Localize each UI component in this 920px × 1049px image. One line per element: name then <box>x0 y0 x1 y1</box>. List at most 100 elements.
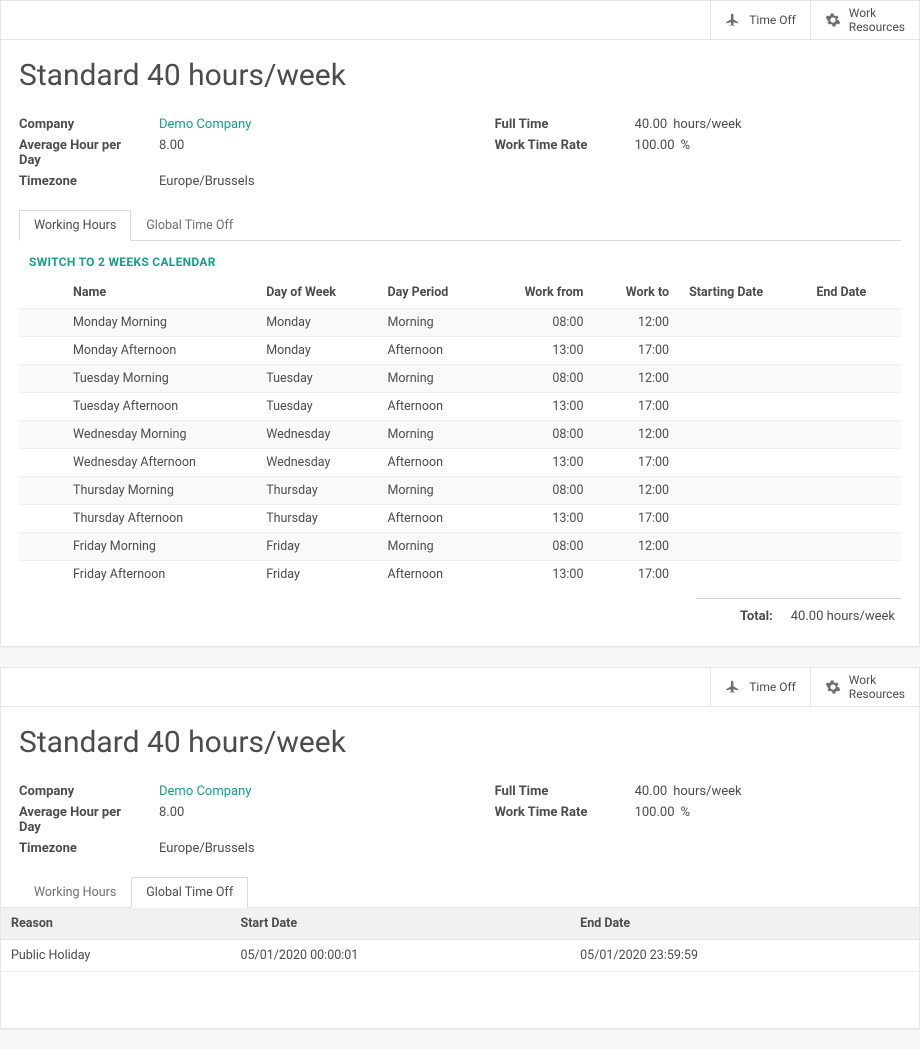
cell-start-date <box>679 533 806 561</box>
tab-global-time-off[interactable]: Global Time Off <box>131 210 248 241</box>
cell-to: 12:00 <box>593 309 679 337</box>
time-off-button[interactable]: Time Off <box>710 668 810 706</box>
avg-hour-value: 8.00 <box>159 805 255 835</box>
page-title: Standard 40 hours/week <box>19 725 901 760</box>
col-reason: Reason <box>1 908 231 940</box>
total-label: Total: <box>740 609 773 624</box>
cell-period: Afternoon <box>377 505 486 533</box>
cell-end-date <box>806 561 901 589</box>
gears-icon <box>825 12 841 28</box>
tab-working-hours[interactable]: Working Hours <box>19 877 131 908</box>
tab-working-hours[interactable]: Working Hours <box>19 210 131 241</box>
cell-period: Morning <box>377 365 486 393</box>
table-row[interactable]: Public Holiday05/01/2020 00:00:0105/01/2… <box>1 940 919 972</box>
tabs: Working Hours Global Time Off <box>19 876 901 907</box>
col-work-to: Work to <box>593 279 679 309</box>
card-topbar: Time Off Work Resources <box>1 668 919 707</box>
cell-end-date <box>806 533 901 561</box>
cell-name: Monday Morning <box>63 309 256 337</box>
cell-day: Monday <box>256 309 377 337</box>
avg-hour-value: 8.00 <box>159 138 255 168</box>
fulltime-value: 40.00hours/week <box>635 784 742 799</box>
col-day-period: Day Period <box>377 279 486 309</box>
company-link[interactable]: Demo Company <box>159 117 255 132</box>
table-row[interactable]: Friday MorningFridayMorning08:0012:00 <box>19 533 901 561</box>
work-time-rate-label: Work Time Rate <box>495 805 615 820</box>
cell-from: 08:00 <box>487 365 594 393</box>
cell-name: Friday Morning <box>63 533 256 561</box>
table-row[interactable]: Monday MorningMondayMorning08:0012:00 <box>19 309 901 337</box>
cell-end-date <box>806 477 901 505</box>
cell-period: Afternoon <box>377 561 486 589</box>
cell-from: 13:00 <box>487 449 594 477</box>
total-value: 40.00 hours/week <box>791 609 895 624</box>
table-row[interactable]: Thursday MorningThursdayMorning08:0012:0… <box>19 477 901 505</box>
cell-from: 08:00 <box>487 477 594 505</box>
timezone-value: Europe/Brussels <box>159 841 255 856</box>
cell-name: Wednesday Afternoon <box>63 449 256 477</box>
col-start-date: Start Date <box>231 908 571 940</box>
cell-from: 08:00 <box>487 533 594 561</box>
table-row[interactable]: Wednesday AfternoonWednesdayAfternoon13:… <box>19 449 901 477</box>
cell-day: Thursday <box>256 477 377 505</box>
schedule-table: Name Day of Week Day Period Work from Wo… <box>19 279 901 588</box>
cell-to: 12:00 <box>593 421 679 449</box>
cell-start-date <box>679 477 806 505</box>
cell-day: Tuesday <box>256 393 377 421</box>
plane-icon <box>725 12 741 28</box>
company-label: Company <box>19 117 139 132</box>
work-resources-button[interactable]: Work Resources <box>810 668 919 706</box>
cell-day: Friday <box>256 533 377 561</box>
timezone-value: Europe/Brussels <box>159 174 255 189</box>
tab-global-time-off[interactable]: Global Time Off <box>131 877 248 908</box>
plane-icon <box>725 679 741 695</box>
company-label: Company <box>19 784 139 799</box>
cell-from: 13:00 <box>487 561 594 589</box>
cell-start-date <box>679 421 806 449</box>
info-grid: Company Demo Company Average Hour per Da… <box>19 117 901 189</box>
switch-calendar-link[interactable]: SWITCH TO 2 WEEKS CALENDAR <box>29 255 901 269</box>
table-row[interactable]: Thursday AfternoonThursdayAfternoon13:00… <box>19 505 901 533</box>
time-off-label: Time Off <box>749 680 796 694</box>
cell-to: 17:00 <box>593 337 679 365</box>
cell-period: Morning <box>377 533 486 561</box>
cell-to: 12:00 <box>593 533 679 561</box>
gears-icon <box>825 679 841 695</box>
time-off-label: Time Off <box>749 13 796 27</box>
table-row[interactable]: Wednesday MorningWednesdayMorning08:0012… <box>19 421 901 449</box>
cell-name: Friday Afternoon <box>63 561 256 589</box>
info-grid: Company Demo Company Average Hour per Da… <box>19 784 901 856</box>
cell-end-date <box>806 449 901 477</box>
cell-from: 13:00 <box>487 505 594 533</box>
cell-end-date <box>806 365 901 393</box>
global-time-off-table: Reason Start Date End Date Public Holida… <box>1 907 919 972</box>
cell-start-date <box>679 393 806 421</box>
col-end-date: End Date <box>806 279 901 309</box>
work-label: Work <box>849 673 905 687</box>
company-link[interactable]: Demo Company <box>159 784 255 799</box>
table-row[interactable]: Tuesday AfternoonTuesdayAfternoon13:0017… <box>19 393 901 421</box>
cell-to: 17:00 <box>593 561 679 589</box>
cell-start-date <box>679 365 806 393</box>
cell-name: Thursday Afternoon <box>63 505 256 533</box>
work-resources-button[interactable]: Work Resources <box>810 1 919 39</box>
total-bar: Total: 40.00 hours/week <box>19 599 901 628</box>
table-row[interactable]: Monday AfternoonMondayAfternoon13:0017:0… <box>19 337 901 365</box>
cell-name: Monday Afternoon <box>63 337 256 365</box>
cell-start-date <box>679 561 806 589</box>
cell-period: Afternoon <box>377 337 486 365</box>
cell-end-date <box>806 337 901 365</box>
avg-hour-label: Average Hour per Day <box>19 805 139 835</box>
cell-name: Tuesday Morning <box>63 365 256 393</box>
time-off-button[interactable]: Time Off <box>710 1 810 39</box>
table-row[interactable]: Friday AfternoonFridayAfternoon13:0017:0… <box>19 561 901 589</box>
cell-end-date <box>806 393 901 421</box>
working-schedule-card: Time Off Work Resources Standard 40 hour… <box>0 0 920 647</box>
col-starting-date: Starting Date <box>679 279 806 309</box>
table-row[interactable]: Tuesday MorningTuesdayMorning08:0012:00 <box>19 365 901 393</box>
cell-name: Wednesday Morning <box>63 421 256 449</box>
cell-day: Wednesday <box>256 449 377 477</box>
page-title: Standard 40 hours/week <box>19 58 901 93</box>
cell-from: 08:00 <box>487 421 594 449</box>
fulltime-label: Full Time <box>495 117 615 132</box>
